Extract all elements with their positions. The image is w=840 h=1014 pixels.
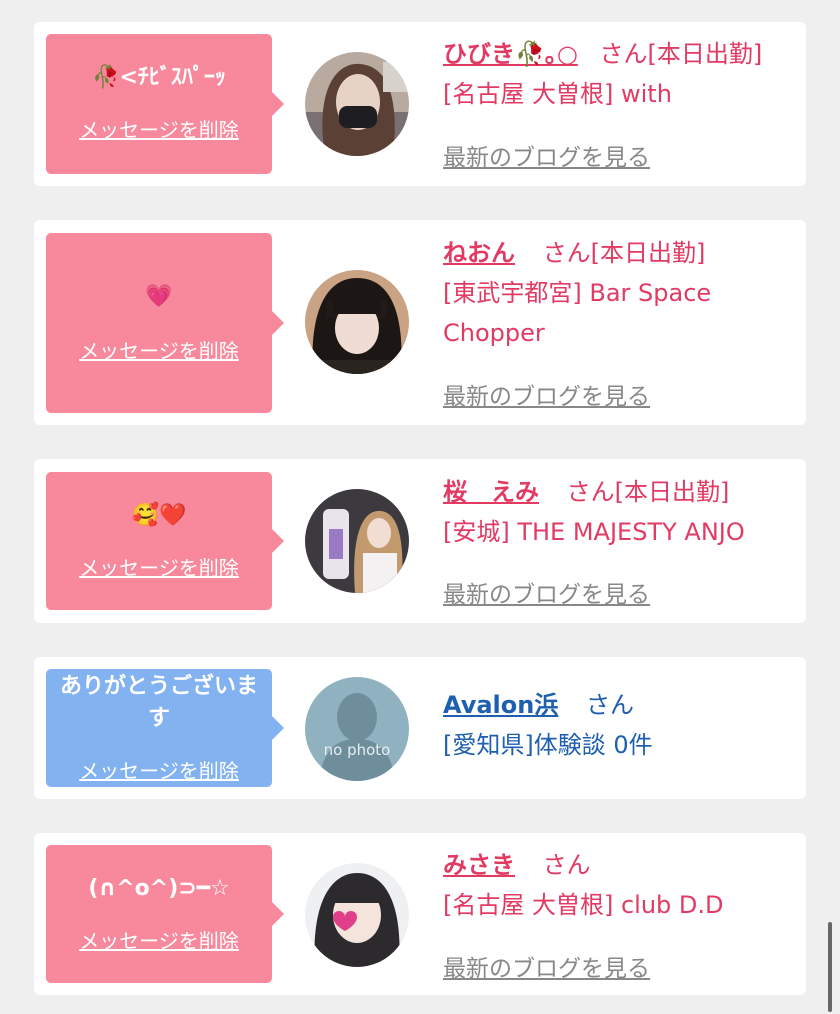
shop-name: [名古屋 大曽根] with	[443, 80, 672, 108]
san-suffix: さん	[542, 851, 591, 879]
message-text: 🥀<ﾁﾋﾞｽﾊﾟｰｯ	[92, 65, 226, 90]
no-photo-label: no photo	[323, 741, 391, 759]
cast-name-link[interactable]: Avalon浜	[443, 691, 558, 719]
cast-info: ひびき🥀｡○ さん[本日出勤] [名古屋 大曽根] with	[443, 34, 796, 114]
avatar[interactable]	[305, 270, 409, 374]
message-card: 🥰❤️ メッセージを削除 桜 えみ さん[本日出勤] [安城] THE MAJE…	[34, 459, 806, 623]
message-bubble: 🥰❤️ メッセージを削除	[46, 472, 284, 610]
message-text: 🥰❤️	[131, 503, 187, 528]
latest-blog-link[interactable]: 最新のブログを見る	[443, 377, 650, 411]
delete-message-link[interactable]: メッセージを削除	[46, 755, 272, 784]
message-bubble: 💗 メッセージを削除	[46, 233, 284, 413]
message-text: (∩^o^)⊃━☆	[88, 876, 230, 901]
avatar-placeholder[interactable]: no photo	[305, 677, 409, 781]
latest-blog-link[interactable]: 最新のブログを見る	[443, 138, 650, 172]
cast-info: 桜 えみ さん[本日出勤] [安城] THE MAJESTY ANJO	[443, 472, 796, 552]
san-suffix: さん	[586, 691, 634, 719]
latest-blog-link[interactable]: 最新のブログを見る	[443, 949, 650, 983]
avatar[interactable]	[305, 52, 409, 156]
status-badge: [本日出勤]	[614, 478, 730, 506]
delete-message-link[interactable]: メッセージを削除	[46, 114, 272, 143]
message-text: ありがとうございます	[59, 674, 258, 731]
shop-name: [東武宇都宮] Bar Space	[443, 279, 712, 307]
shop-name: [安城] THE MAJESTY ANJO	[443, 518, 745, 546]
message-bubble: (∩^o^)⊃━☆ メッセージを削除	[46, 845, 284, 983]
message-text: 💗	[145, 284, 173, 309]
shop-name: [名古屋 大曽根] club D.D	[443, 891, 724, 919]
delete-message-link[interactable]: メッセージを削除	[46, 335, 272, 364]
cast-name-link[interactable]: ひびき🥀｡○	[443, 40, 578, 68]
message-card: (∩^o^)⊃━☆ メッセージを削除 みさき さん [名古屋 大曽根] club…	[34, 833, 806, 995]
avatar[interactable]	[305, 489, 409, 593]
status-badge: [本日出勤]	[647, 40, 763, 68]
shop-name: [愛知県]体験談 0件	[443, 731, 653, 759]
latest-blog-link[interactable]: 最新のブログを見る	[443, 575, 650, 609]
delete-message-link[interactable]: メッセージを削除	[46, 925, 272, 954]
status-badge: [本日出勤]	[590, 239, 706, 267]
cast-info: ねおん さん[本日出勤] [東武宇都宮] Bar Space Chopper	[443, 233, 796, 353]
san-suffix: さん	[566, 478, 615, 506]
message-card: ありがとうございます メッセージを削除 no photo Avalon浜 さん …	[34, 657, 806, 799]
san-suffix: さん	[599, 40, 648, 68]
avatar[interactable]	[305, 863, 409, 967]
message-bubble: 🥀<ﾁﾋﾞｽﾊﾟｰｯ メッセージを削除	[46, 34, 284, 174]
cast-info: みさき さん [名古屋 大曽根] club D.D	[443, 845, 796, 925]
delete-message-link[interactable]: メッセージを削除	[46, 552, 272, 581]
cast-name-link[interactable]: ねおん	[443, 239, 515, 267]
message-bubble: ありがとうございます メッセージを削除	[46, 669, 284, 787]
cast-name-link[interactable]: 桜 えみ	[443, 478, 539, 506]
san-suffix: さん	[542, 239, 591, 267]
cast-name-link[interactable]: みさき	[443, 851, 515, 879]
message-card: 💗 メッセージを削除 ねおん さん[本日出勤] [東武宇都宮] Bar Spac…	[34, 220, 806, 425]
shop-name-cont: Chopper	[443, 319, 545, 347]
message-card: 🥀<ﾁﾋﾞｽﾊﾟｰｯ メッセージを削除 ひびき🥀｡○ さん[本日出勤] [名古屋…	[34, 22, 806, 186]
cast-info: Avalon浜 さん [愛知県]体験談 0件	[443, 685, 796, 765]
scrollbar[interactable]	[828, 922, 832, 1012]
